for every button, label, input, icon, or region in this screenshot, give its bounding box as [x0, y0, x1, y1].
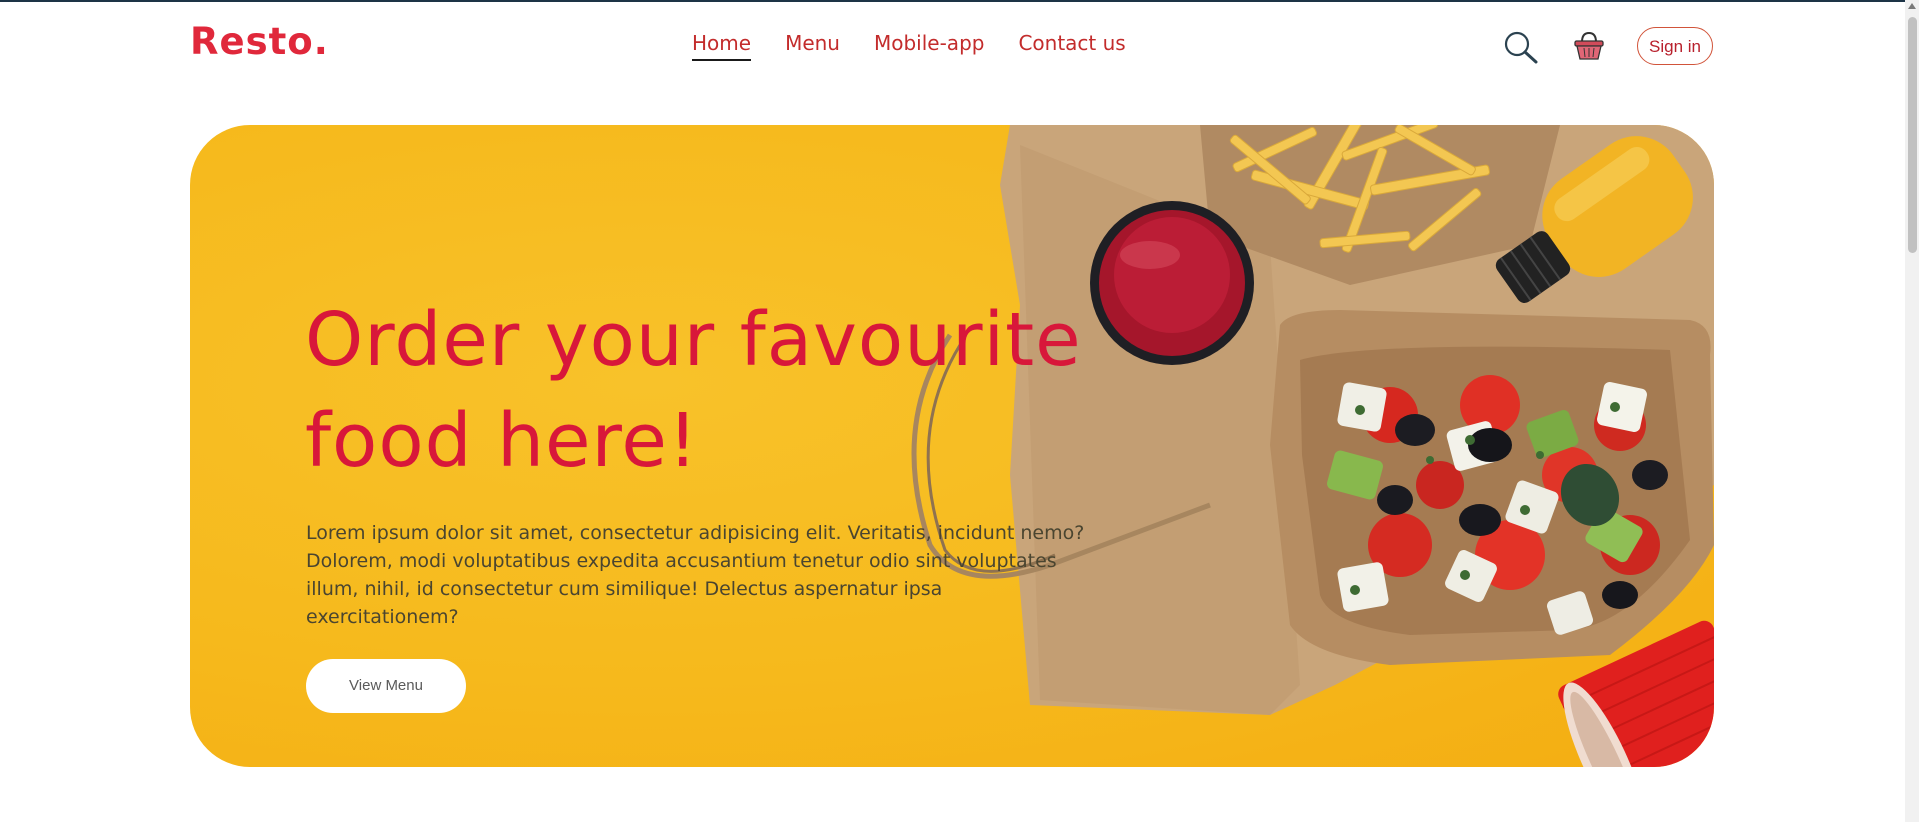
search-icon[interactable]: [1503, 30, 1539, 66]
page-scrollbar[interactable]: [1905, 0, 1919, 822]
hero-description: Lorem ipsum dolor sit amet, consectetur …: [306, 522, 1085, 628]
hero-title-line-2: food here!: [305, 398, 699, 484]
view-menu-button[interactable]: View Menu: [306, 659, 466, 713]
top-border: [0, 0, 1919, 2]
nav-mobile-app[interactable]: Mobile-app: [874, 31, 984, 61]
hero-title: Order your favourite food here!: [305, 290, 1125, 492]
nav-home[interactable]: Home: [692, 31, 752, 61]
main-nav: Home Menu Mobile-app Contact us: [692, 31, 1126, 61]
hero-title-line-1: Order your favourite: [305, 297, 1082, 383]
scroll-up-arrow-icon[interactable]: [1908, 3, 1916, 9]
nav-menu[interactable]: Menu: [785, 31, 840, 61]
sign-in-button[interactable]: Sign in: [1637, 27, 1713, 65]
logo[interactable]: Resto.: [190, 20, 329, 63]
hero-banner: Order your favourite food here! Lorem ip…: [190, 125, 1714, 767]
scrollbar-thumb[interactable]: [1908, 17, 1917, 253]
basket-icon[interactable]: [1573, 30, 1605, 62]
nav-contact-us[interactable]: Contact us: [1018, 31, 1125, 61]
